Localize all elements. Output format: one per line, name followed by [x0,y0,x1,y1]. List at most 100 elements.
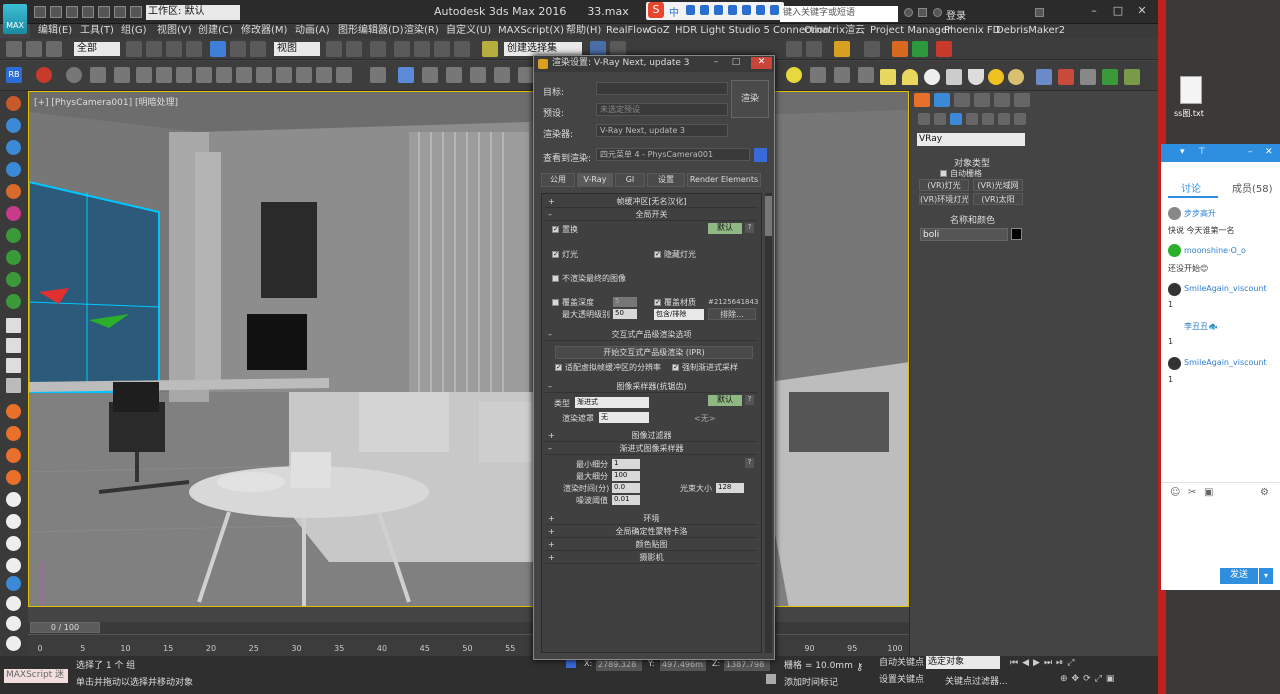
shapes-cat-icon[interactable] [934,113,946,125]
render-setup-icon[interactable] [786,41,802,57]
scale-icon[interactable] [250,41,266,57]
render-mask-select[interactable]: 无 [599,412,649,423]
helpers-tool-icon[interactable] [6,206,21,221]
x-coord-field[interactable]: 2789.328 [596,660,642,671]
display-tab-icon[interactable] [994,93,1010,107]
auto-grid-checkbox[interactable]: 自动栅格 [940,168,982,179]
workspace-select[interactable]: 工作区: 默认 [146,5,240,20]
vr-sun-button[interactable]: (VR)太阳 [973,193,1023,205]
select-manipulate-icon[interactable] [346,41,362,57]
frame-icon[interactable] [256,67,272,83]
vray-ies-icon[interactable] [810,67,826,83]
globe-icon[interactable] [6,576,21,591]
menu-animation[interactable]: 动画(A) [295,24,330,38]
percent-snap-icon[interactable] [434,41,450,57]
grid-icon[interactable] [114,67,130,83]
hammer-icon[interactable] [6,514,21,529]
chat-sender[interactable]: moonshine·O_o [1184,246,1246,255]
menu-realflow[interactable]: RealFlow [606,24,650,38]
tab-settings[interactable]: 设置 [647,173,685,187]
snaps-toggle-icon[interactable] [394,41,410,57]
pause-icon[interactable] [6,338,21,353]
lights-tool-icon[interactable] [6,162,21,177]
stop-icon[interactable] [6,358,21,373]
keyboard-shortcut-icon[interactable] [370,41,386,57]
image-icon[interactable]: ▣ [1204,487,1213,498]
max-transp-field[interactable]: 50 [613,309,637,319]
scatter-icon[interactable] [1058,69,1074,85]
send-button[interactable]: 发送 [1220,568,1258,584]
rollout-global-switches[interactable]: – 全局开关 [545,210,758,221]
new-file-icon[interactable] [34,6,46,18]
menu-maxscript[interactable]: MAXScript(X) [498,24,564,38]
select-object-icon[interactable] [126,41,142,57]
view-select[interactable]: 四元菜单 4 - PhysCamera001 [596,148,750,161]
menu-edit[interactable]: 编辑(E) [38,24,72,38]
fetch-icon[interactable] [130,6,142,18]
vray-sun-tb-icon[interactable] [858,67,874,83]
menu-project-manager[interactable]: Project Manager [870,24,951,38]
override-mtl-id[interactable]: #2125641843 [708,298,758,306]
renderer-select[interactable]: V-Ray Next, update 3 [596,124,728,137]
fire-4-icon[interactable] [6,470,21,485]
list-icon[interactable] [156,67,172,83]
sampler-type-select[interactable]: 渐进式 [575,397,649,408]
vray-sphere-icon[interactable] [470,67,486,83]
graph-icon[interactable] [176,67,192,83]
tab-vray[interactable]: V-Ray [577,173,613,187]
teapot-primitive-icon[interactable] [946,69,962,85]
chat-pin-icon[interactable]: ⊤ [1198,147,1206,157]
close-icon[interactable]: ✕ [1134,4,1150,18]
sampler-help-icon[interactable]: ? [745,395,754,405]
pivot-center-icon[interactable] [326,41,342,57]
hold-icon[interactable] [114,6,126,18]
delete-icon[interactable] [6,378,21,393]
render-iterative-icon[interactable] [864,41,880,57]
fit-vfb-checkbox[interactable]: ✓ 适配虚拟帧缓冲区的分辨率 [555,362,661,373]
tab-render-elements[interactable]: Render Elements [687,173,761,187]
pot-icon[interactable] [6,616,21,631]
spacewarps-tool-icon[interactable] [6,228,21,243]
override-depth-field[interactable]: 5 [613,297,637,307]
menu-tools[interactable]: 工具(T) [80,24,114,38]
key-filters-button[interactable]: 关键点过滤器... [945,674,1008,687]
fp-plugin-icon[interactable] [892,41,908,57]
cone-primitive-icon[interactable] [968,69,984,85]
rollout-camera[interactable]: + 摄影机 [545,553,758,564]
chat-collapse-icon[interactable]: ▾ [1180,147,1185,157]
tag-icon[interactable] [316,67,332,83]
menu-views[interactable]: 视图(V) [157,24,192,38]
menu-xuanyun[interactable]: 渲云 [845,24,865,38]
avatar[interactable] [1168,283,1181,296]
create-tab-icon[interactable] [914,93,930,107]
lock-view-icon[interactable] [754,148,767,162]
avatar[interactable] [1168,244,1181,257]
chat-sender[interactable]: SmileAgain_viscount [1184,358,1267,367]
lights-cat-icon[interactable] [950,113,962,125]
table-icon[interactable] [136,67,152,83]
object-color-swatch[interactable] [1011,228,1022,240]
progressive-help-icon[interactable]: ? [745,458,754,468]
tool-icon[interactable] [6,536,21,551]
reference-coord-select[interactable]: 视图 [274,42,320,56]
maxscript-listener[interactable]: MAXScript 迷 [4,669,68,683]
vfb-icon[interactable] [90,67,106,83]
sun-icon[interactable] [988,69,1004,85]
layers-icon[interactable] [276,67,292,83]
viewport-label[interactable]: [+] [PhysCamera001] [明暗处理] [34,95,178,108]
noise-threshold-field[interactable]: 0.01 [612,495,640,505]
save-file-icon[interactable] [66,6,78,18]
menu-group[interactable]: 组(G) [121,24,147,38]
menu-ornatrix[interactable]: Ornatrix [804,24,845,38]
select-by-name-icon[interactable] [146,41,162,57]
key-icon[interactable]: ⚷ [856,662,872,673]
fire-2-icon[interactable] [6,426,21,441]
spinner-snap-icon[interactable] [454,41,470,57]
box-primitive-icon[interactable] [880,69,896,85]
binoculars-icon[interactable] [904,8,913,17]
user-icon[interactable] [933,8,942,17]
link-icon[interactable] [6,41,22,57]
vr-ambient-light-button[interactable]: (VR)环境灯光 [919,193,969,205]
wrench-icon[interactable] [6,492,21,507]
rollout-frame-buffer[interactable]: + 帧缓冲区[无名汉化] [545,197,758,208]
